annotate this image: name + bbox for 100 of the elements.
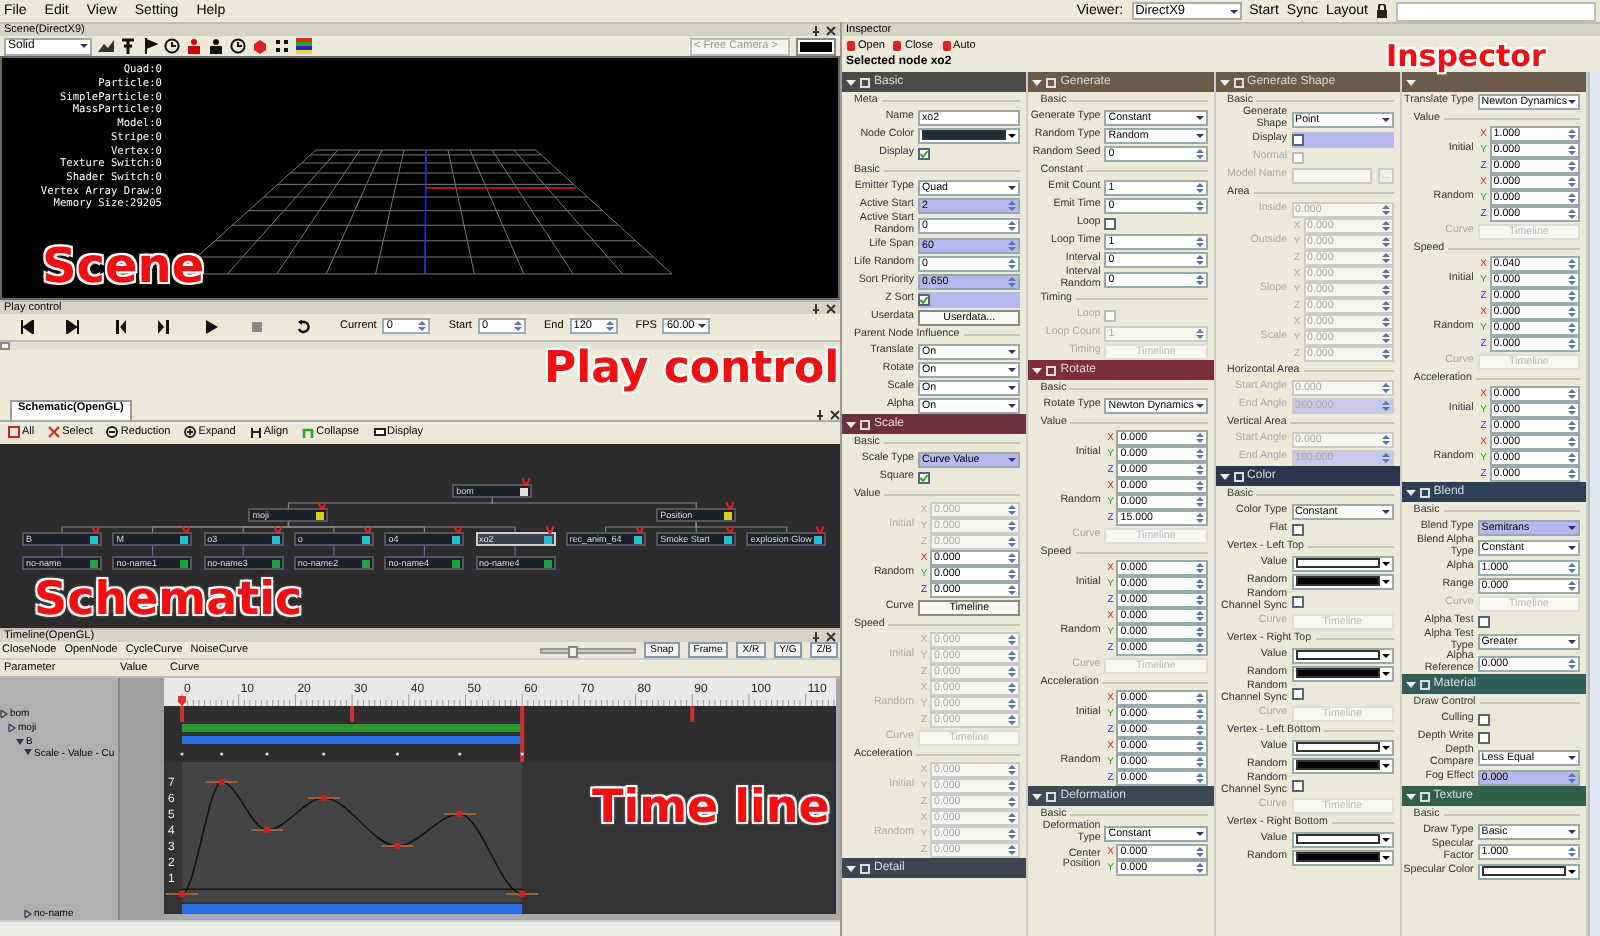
color-field[interactable] — [1291, 647, 1394, 663]
playhead-icon[interactable] — [178, 696, 186, 707]
collapse-arrow-icon — [1405, 77, 1416, 87]
slider-thumb[interactable] — [568, 645, 578, 658]
close-icon — [826, 25, 836, 35]
marker-icon — [726, 525, 735, 534]
vertical-scrollbar[interactable] — [1588, 72, 1600, 936]
text-field[interactable] — [1396, 1, 1596, 21]
color-field[interactable] — [1291, 573, 1394, 589]
cube-icon[interactable] — [252, 38, 268, 55]
slider-thumb[interactable] — [0, 342, 10, 351]
color-field[interactable] — [1291, 831, 1394, 847]
caret-icon — [1568, 95, 1577, 107]
caret-icon — [1195, 827, 1204, 839]
collapse-arrow-icon — [846, 419, 856, 429]
spinner-icon — [1008, 219, 1017, 231]
caret-icon — [1568, 751, 1577, 763]
checkbox[interactable] — [918, 147, 930, 159]
spinner-icon — [1195, 740, 1204, 752]
spinner-icon — [1008, 239, 1017, 251]
spinner-icon — [1195, 496, 1204, 508]
spinner-icon — [1381, 316, 1390, 328]
figure-icon[interactable] — [208, 38, 224, 55]
caret-icon — [1008, 181, 1017, 193]
color-field[interactable] — [1477, 863, 1581, 879]
checkbox[interactable] — [1291, 779, 1304, 791]
checkbox[interactable] — [1477, 615, 1490, 627]
checkbox[interactable] — [918, 471, 930, 483]
collapse-arrow-icon[interactable] — [24, 748, 32, 757]
spinner-icon — [1195, 181, 1204, 193]
spinner-icon — [1195, 199, 1204, 211]
spinner-icon — [1568, 208, 1577, 220]
zoom-slider[interactable] — [540, 647, 637, 654]
text-field[interactable] — [1291, 167, 1372, 183]
spinner-icon — [1195, 432, 1204, 444]
key-handle[interactable] — [505, 891, 540, 898]
spinner-icon — [1381, 220, 1390, 232]
spinner-icon — [1008, 796, 1017, 808]
horizontal-scrollbar[interactable] — [0, 920, 840, 936]
connector — [514, 544, 516, 557]
caret-icon — [1381, 113, 1390, 125]
mountain-icon[interactable] — [98, 38, 114, 55]
checkbox[interactable] — [1477, 731, 1490, 743]
collapse-arrow-icon — [1405, 791, 1416, 801]
expand-arrow-icon[interactable] — [0, 709, 8, 718]
spinner-icon — [1195, 578, 1204, 590]
marker-icon — [454, 525, 463, 534]
clock-icon[interactable] — [230, 38, 246, 55]
spinner-icon — [1008, 714, 1017, 726]
section-icon — [1419, 679, 1430, 689]
spinner-icon — [1195, 327, 1204, 339]
section-header[interactable] — [1401, 72, 1587, 92]
color-field[interactable] — [1291, 739, 1394, 755]
color-field[interactable] — [918, 127, 1021, 143]
spinner-icon — [1008, 199, 1017, 211]
spinner-icon — [1008, 275, 1017, 287]
checkbox[interactable] — [1291, 523, 1304, 535]
key-handle[interactable] — [306, 795, 341, 802]
section-icon — [860, 419, 870, 429]
expand-arrow-icon[interactable] — [24, 909, 32, 918]
spinner-icon — [1568, 160, 1577, 172]
color-field[interactable] — [1291, 757, 1394, 773]
spinner-icon — [1195, 708, 1204, 720]
marker-icon — [635, 525, 644, 534]
key-handle[interactable] — [442, 811, 477, 818]
spinner-icon — [1568, 176, 1577, 188]
expand-arrow-icon[interactable] — [8, 723, 16, 732]
color-field[interactable] — [1291, 849, 1394, 865]
checkbox[interactable] — [1291, 133, 1304, 145]
checkbox[interactable] — [1291, 687, 1304, 699]
key-handle[interactable] — [250, 827, 285, 834]
spinner-icon — [1008, 634, 1017, 646]
caret-icon — [1195, 399, 1204, 411]
color-field[interactable] — [1291, 665, 1394, 681]
grid-icon[interactable] — [274, 38, 290, 55]
key-handle[interactable] — [165, 891, 199, 898]
key-handle[interactable] — [380, 843, 415, 850]
checkbox[interactable] — [1291, 595, 1304, 607]
color-dropdown[interactable] — [796, 37, 836, 56]
flag-icon[interactable] — [142, 38, 158, 55]
spinner-icon — [1195, 756, 1204, 768]
spinner-icon — [1195, 862, 1204, 874]
marker — [520, 706, 525, 763]
collapse-arrow-icon — [1032, 791, 1043, 801]
palette-icon[interactable] — [296, 38, 312, 55]
checkbox[interactable] — [918, 293, 930, 305]
checkbox[interactable] — [1477, 713, 1490, 725]
section-icon — [1419, 791, 1430, 801]
spinner-icon — [1008, 584, 1017, 596]
marker-icon — [318, 501, 327, 510]
spinner-icon — [1008, 780, 1017, 792]
spinner-icon — [1008, 257, 1017, 269]
spinner-icon — [1195, 846, 1204, 858]
key-handle[interactable] — [204, 779, 239, 786]
collapse-arrow-icon[interactable] — [16, 737, 24, 746]
checkbox[interactable] — [1104, 217, 1117, 229]
color-field[interactable] — [1291, 555, 1394, 571]
timeline-slider[interactable] — [0, 340, 840, 351]
clock-icon[interactable] — [164, 38, 180, 55]
spinner-icon — [1568, 322, 1577, 334]
